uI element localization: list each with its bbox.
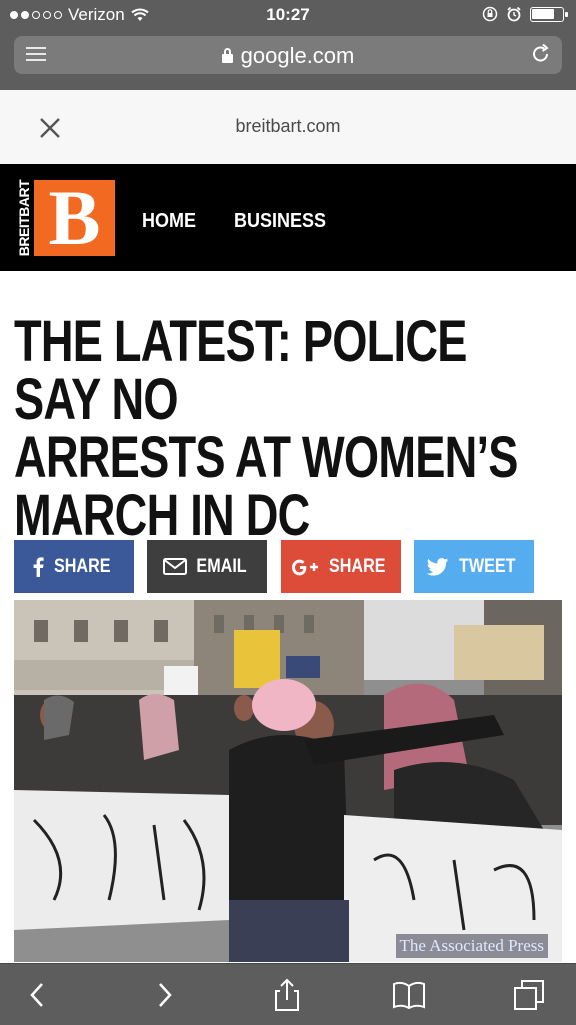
nav-links: HOME BUSINESS — [142, 210, 336, 233]
headline-line: ARRESTS AT WOMEN’S — [14, 425, 518, 490]
email-share-button[interactable]: EMAIL — [147, 540, 267, 593]
logo-letter: B — [34, 179, 115, 257]
logo-wordmark: BREITBART — [16, 179, 32, 257]
forward-icon[interactable] — [148, 978, 182, 1012]
back-icon[interactable] — [22, 978, 56, 1012]
status-right — [482, 6, 568, 22]
browser-toolbar — [0, 963, 576, 1025]
site-logo[interactable]: BREITBART B — [14, 179, 115, 257]
battery-icon — [530, 6, 568, 22]
email-share-label: EMAIL — [196, 555, 247, 577]
browser-top-chrome: Verizon 10:27 google.com — [0, 0, 576, 90]
reload-icon[interactable] — [530, 43, 552, 65]
share-buttons: SHARE EMAIL SHARE TWEET — [14, 540, 562, 593]
bookmarks-icon[interactable] — [392, 978, 426, 1012]
headline-line: THE LATEST: POLICE SAY NO — [14, 309, 467, 432]
lock-icon — [221, 48, 233, 63]
url-bar[interactable]: google.com — [14, 36, 562, 74]
protest-photo-illustration — [14, 600, 562, 962]
facebook-share-label: SHARE — [54, 555, 111, 577]
google-plus-share-button[interactable]: SHARE — [281, 540, 401, 593]
url-domain: google.com — [240, 43, 355, 68]
article-photo[interactable]: The Associated Press — [14, 600, 562, 962]
share-icon[interactable] — [270, 978, 304, 1012]
headline-line: MARCH IN DC — [14, 483, 310, 548]
nav-link-home[interactable]: HOME — [142, 210, 196, 233]
facebook-share-button[interactable]: SHARE — [14, 540, 134, 593]
envelope-icon — [162, 558, 187, 575]
tabs-icon[interactable] — [512, 978, 546, 1012]
url-domain-display[interactable]: google.com — [14, 43, 562, 69]
twitter-share-button[interactable]: TWEET — [414, 540, 534, 593]
source-domain[interactable]: breitbart.com — [0, 116, 576, 137]
alarm-icon — [507, 6, 521, 22]
rotation-lock-icon — [482, 6, 498, 22]
amp-header: breitbart.com — [0, 90, 576, 165]
article-headline: THE LATEST: POLICE SAY NO ARRESTS AT WOM… — [14, 313, 560, 545]
nav-link-business[interactable]: BUSINESS — [234, 210, 326, 233]
status-bar: Verizon 10:27 — [0, 0, 576, 30]
twitter-bird-icon — [427, 557, 449, 576]
photo-credit: The Associated Press — [395, 934, 548, 958]
google-plus-icon — [292, 559, 319, 575]
site-navigation: BREITBART B HOME BUSINESS — [0, 164, 576, 271]
twitter-share-label: TWEET — [459, 555, 516, 577]
google-plus-share-label: SHARE — [329, 555, 386, 577]
facebook-icon — [33, 556, 44, 577]
